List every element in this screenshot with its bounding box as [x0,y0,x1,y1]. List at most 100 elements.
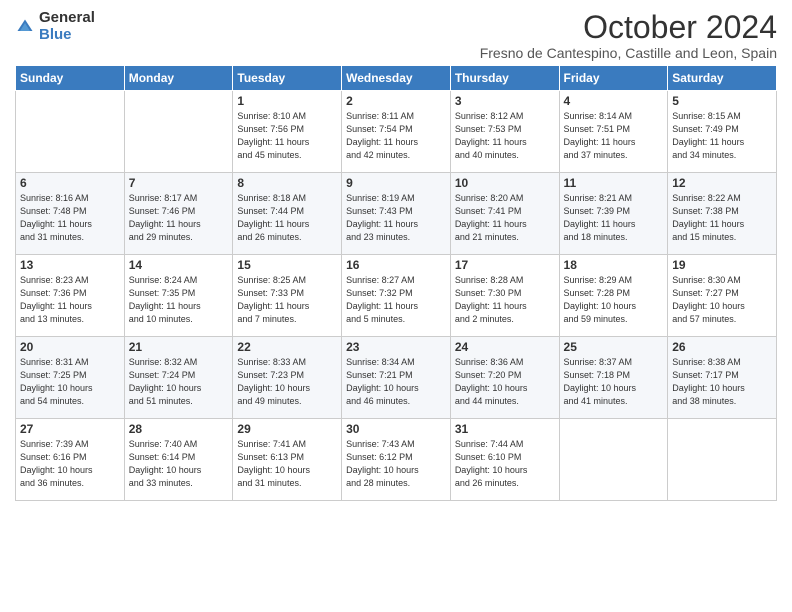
calendar-cell: 2 Sunrise: 8:11 AM Sunset: 7:54 PM Daylig… [342,91,451,173]
day-detail: Sunrise: 8:20 AM Sunset: 7:41 PM Dayligh… [455,192,555,244]
calendar-cell: 26 Sunrise: 8:38 AM Sunset: 7:17 PM Dayli… [668,337,777,419]
day-number: 21 [129,340,229,354]
logo-text: General Blue [39,10,95,43]
day-detail: Sunrise: 8:14 AM Sunset: 7:51 PM Dayligh… [564,110,664,162]
subtitle: Fresno de Cantespino, Castille and Leon,… [480,45,777,61]
calendar-cell [559,419,668,501]
day-number: 8 [237,176,337,190]
day-number: 30 [346,422,446,436]
day-number: 18 [564,258,664,272]
calendar-cell: 21 Sunrise: 8:32 AM Sunset: 7:24 PM Dayli… [124,337,233,419]
day-number: 17 [455,258,555,272]
day-detail: Sunrise: 8:38 AM Sunset: 7:17 PM Dayligh… [672,356,772,408]
calendar-cell: 23 Sunrise: 8:34 AM Sunset: 7:21 PM Dayli… [342,337,451,419]
calendar-cell: 7 Sunrise: 8:17 AM Sunset: 7:46 PM Daylig… [124,173,233,255]
day-detail: Sunrise: 8:34 AM Sunset: 7:21 PM Dayligh… [346,356,446,408]
calendar-cell: 25 Sunrise: 8:37 AM Sunset: 7:18 PM Dayli… [559,337,668,419]
day-number: 24 [455,340,555,354]
calendar-cell: 13 Sunrise: 8:23 AM Sunset: 7:36 PM Dayli… [16,255,125,337]
day-number: 4 [564,94,664,108]
calendar-cell: 18 Sunrise: 8:29 AM Sunset: 7:28 PM Dayli… [559,255,668,337]
day-detail: Sunrise: 8:24 AM Sunset: 7:35 PM Dayligh… [129,274,229,326]
day-detail: Sunrise: 8:19 AM Sunset: 7:43 PM Dayligh… [346,192,446,244]
day-detail: Sunrise: 8:11 AM Sunset: 7:54 PM Dayligh… [346,110,446,162]
day-detail: Sunrise: 8:32 AM Sunset: 7:24 PM Dayligh… [129,356,229,408]
calendar-cell: 27 Sunrise: 7:39 AM Sunset: 6:16 PM Dayli… [16,419,125,501]
day-detail: Sunrise: 8:28 AM Sunset: 7:30 PM Dayligh… [455,274,555,326]
day-detail: Sunrise: 8:15 AM Sunset: 7:49 PM Dayligh… [672,110,772,162]
day-detail: Sunrise: 7:40 AM Sunset: 6:14 PM Dayligh… [129,438,229,490]
day-detail: Sunrise: 8:33 AM Sunset: 7:23 PM Dayligh… [237,356,337,408]
calendar-cell: 4 Sunrise: 8:14 AM Sunset: 7:51 PM Daylig… [559,91,668,173]
day-detail: Sunrise: 8:37 AM Sunset: 7:18 PM Dayligh… [564,356,664,408]
day-detail: Sunrise: 8:25 AM Sunset: 7:33 PM Dayligh… [237,274,337,326]
day-detail: Sunrise: 8:21 AM Sunset: 7:39 PM Dayligh… [564,192,664,244]
calendar-cell: 8 Sunrise: 8:18 AM Sunset: 7:44 PM Daylig… [233,173,342,255]
calendar-cell: 16 Sunrise: 8:27 AM Sunset: 7:32 PM Dayli… [342,255,451,337]
calendar-week-5: 27 Sunrise: 7:39 AM Sunset: 6:16 PM Dayli… [16,419,777,501]
calendar-cell: 30Sunrise: 7:43 AM Sunset: 6:12 PM Dayli… [342,419,451,501]
day-number: 19 [672,258,772,272]
day-number: 14 [129,258,229,272]
calendar-cell: 14 Sunrise: 8:24 AM Sunset: 7:35 PM Dayli… [124,255,233,337]
day-detail: Sunrise: 8:10 AM Sunset: 7:56 PM Dayligh… [237,110,337,162]
col-saturday: Saturday [668,66,777,91]
calendar-cell: 6 Sunrise: 8:16 AM Sunset: 7:48 PM Daylig… [16,173,125,255]
calendar-week-2: 6 Sunrise: 8:16 AM Sunset: 7:48 PM Daylig… [16,173,777,255]
calendar-cell: 28Sunrise: 7:40 AM Sunset: 6:14 PM Dayli… [124,419,233,501]
title-block: October 2024 Fresno de Cantespino, Casti… [480,10,777,61]
day-number: 23 [346,340,446,354]
day-number: 2 [346,94,446,108]
day-detail: Sunrise: 8:23 AM Sunset: 7:36 PM Dayligh… [20,274,120,326]
day-detail: Sunrise: 8:31 AM Sunset: 7:25 PM Dayligh… [20,356,120,408]
calendar-cell: 24 Sunrise: 8:36 AM Sunset: 7:20 PM Dayli… [450,337,559,419]
day-detail: Sunrise: 7:39 AM Sunset: 6:16 PM Dayligh… [20,438,120,490]
calendar-header-row: Sunday Monday Tuesday Wednesday Thursday… [16,66,777,91]
col-friday: Friday [559,66,668,91]
calendar-cell: 11 Sunrise: 8:21 AM Sunset: 7:39 PM Dayli… [559,173,668,255]
calendar-cell: 1Sunrise: 8:10 AM Sunset: 7:56 PM Daylig… [233,91,342,173]
calendar-cell [16,91,125,173]
logo-icon [15,17,35,37]
day-detail: Sunrise: 7:41 AM Sunset: 6:13 PM Dayligh… [237,438,337,490]
day-number: 11 [564,176,664,190]
calendar-cell [668,419,777,501]
logo-blue: Blue [39,27,95,44]
calendar-cell: 22Sunrise: 8:33 AM Sunset: 7:23 PM Dayli… [233,337,342,419]
day-number: 16 [346,258,446,272]
day-number: 20 [20,340,120,354]
col-sunday: Sunday [16,66,125,91]
day-number: 3 [455,94,555,108]
calendar-cell: 15Sunrise: 8:25 AM Sunset: 7:33 PM Dayli… [233,255,342,337]
day-number: 26 [672,340,772,354]
day-detail: Sunrise: 8:36 AM Sunset: 7:20 PM Dayligh… [455,356,555,408]
day-detail: Sunrise: 8:18 AM Sunset: 7:44 PM Dayligh… [237,192,337,244]
calendar-cell: 3 Sunrise: 8:12 AM Sunset: 7:53 PM Daylig… [450,91,559,173]
day-detail: Sunrise: 8:16 AM Sunset: 7:48 PM Dayligh… [20,192,120,244]
calendar-cell: 20 Sunrise: 8:31 AM Sunset: 7:25 PM Dayli… [16,337,125,419]
calendar-cell: 9Sunrise: 8:19 AM Sunset: 7:43 PM Daylig… [342,173,451,255]
col-monday: Monday [124,66,233,91]
day-detail: Sunrise: 8:17 AM Sunset: 7:46 PM Dayligh… [129,192,229,244]
day-detail: Sunrise: 8:12 AM Sunset: 7:53 PM Dayligh… [455,110,555,162]
day-number: 6 [20,176,120,190]
day-number: 25 [564,340,664,354]
calendar-cell: 5 Sunrise: 8:15 AM Sunset: 7:49 PM Daylig… [668,91,777,173]
day-number: 13 [20,258,120,272]
day-number: 31 [455,422,555,436]
page: General Blue October 2024 Fresno de Cant… [0,0,792,612]
day-number: 12 [672,176,772,190]
day-detail: Sunrise: 8:27 AM Sunset: 7:32 PM Dayligh… [346,274,446,326]
day-number: 7 [129,176,229,190]
main-title: October 2024 [480,10,777,45]
calendar-week-3: 13 Sunrise: 8:23 AM Sunset: 7:36 PM Dayli… [16,255,777,337]
calendar: Sunday Monday Tuesday Wednesday Thursday… [15,65,777,501]
day-number: 27 [20,422,120,436]
logo-general: General [39,10,95,27]
day-detail: Sunrise: 8:29 AM Sunset: 7:28 PM Dayligh… [564,274,664,326]
header: General Blue October 2024 Fresno de Cant… [15,10,777,61]
day-number: 5 [672,94,772,108]
calendar-cell: 12Sunrise: 8:22 AM Sunset: 7:38 PM Dayli… [668,173,777,255]
col-thursday: Thursday [450,66,559,91]
calendar-cell [124,91,233,173]
